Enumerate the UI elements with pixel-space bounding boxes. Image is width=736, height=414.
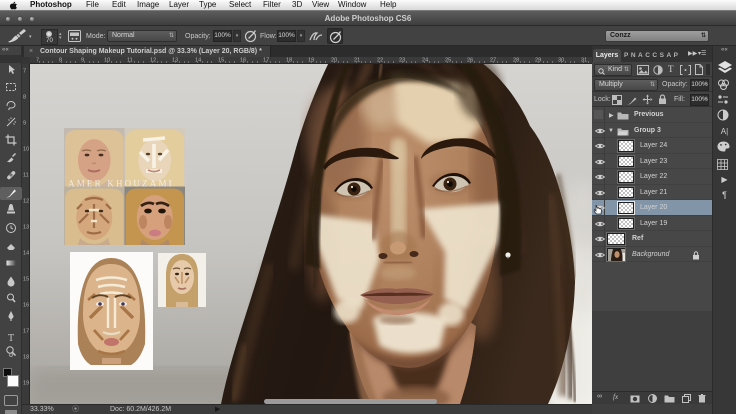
svg-text:AMER KHOUZAMI: AMER KHOUZAMI bbox=[68, 179, 174, 189]
